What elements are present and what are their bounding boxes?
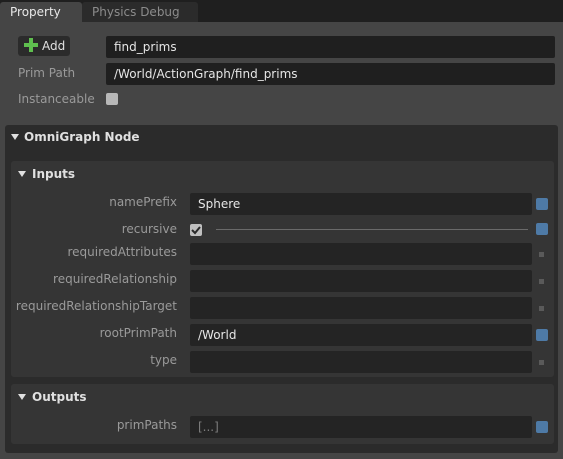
recursive-divider	[216, 229, 528, 230]
type-indicator[interactable]	[539, 360, 544, 365]
attr-label-recursive: recursive	[121, 222, 177, 236]
nameprefix-override-indicator[interactable]	[536, 198, 548, 210]
collapse-triangle-icon[interactable]	[11, 134, 19, 140]
checkmark-icon	[191, 226, 201, 235]
inputs-collapse-triangle-icon[interactable]	[18, 171, 26, 177]
attr-label-requiredrelationship: requiredRelationship	[53, 272, 177, 286]
requiredrelationshiptarget-field[interactable]	[190, 297, 532, 319]
tab-physics-debug[interactable]: Physics Debug	[82, 2, 198, 22]
type-field[interactable]	[190, 351, 532, 373]
primpaths-override-indicator[interactable]	[536, 421, 548, 433]
nameprefix-field[interactable]: Sphere	[190, 193, 532, 215]
requiredrelationshiptarget-indicator[interactable]	[539, 306, 544, 311]
outputs-title: Outputs	[32, 390, 87, 404]
attr-label-requiredrelationshiptarget: requiredRelationshipTarget	[15, 299, 177, 313]
attr-label-type: type	[150, 353, 177, 367]
recursive-checkbox[interactable]	[190, 224, 202, 236]
instanceable-label: Instanceable	[18, 92, 95, 106]
prim-path-field[interactable]: /World/ActionGraph/find_prims	[106, 63, 555, 85]
requiredattributes-field[interactable]	[190, 243, 532, 265]
attr-label-requiredattributes: requiredAttributes	[67, 245, 177, 259]
outputs-collapse-triangle-icon[interactable]	[18, 394, 26, 400]
attr-label-nameprefix: namePrefix	[109, 195, 177, 209]
primpaths-field[interactable]: [...]	[190, 416, 532, 438]
recursive-override-indicator[interactable]	[536, 223, 548, 235]
instanceable-checkbox[interactable]	[106, 93, 118, 105]
requiredrelationship-field[interactable]	[190, 270, 532, 292]
attr-label-rootprimpath: rootPrimPath	[99, 326, 177, 340]
section-title: OmniGraph Node	[24, 130, 140, 144]
requiredrelationship-indicator[interactable]	[539, 279, 544, 284]
tab-bar: Property Physics Debug	[0, 0, 563, 22]
add-button-label: Add	[42, 39, 66, 53]
prim-name-field[interactable]: find_prims	[106, 36, 555, 58]
requiredattributes-indicator[interactable]	[539, 252, 544, 257]
inputs-title: Inputs	[32, 167, 76, 181]
rootprimpath-override-indicator[interactable]	[536, 329, 548, 341]
prim-path-label: Prim Path	[18, 66, 76, 80]
attr-label-primpaths: primPaths	[116, 418, 177, 432]
rootprimpath-field[interactable]: /World	[190, 324, 532, 346]
tab-property[interactable]: Property	[0, 2, 82, 22]
plus-icon	[24, 38, 38, 52]
add-button[interactable]: Add	[18, 36, 70, 56]
